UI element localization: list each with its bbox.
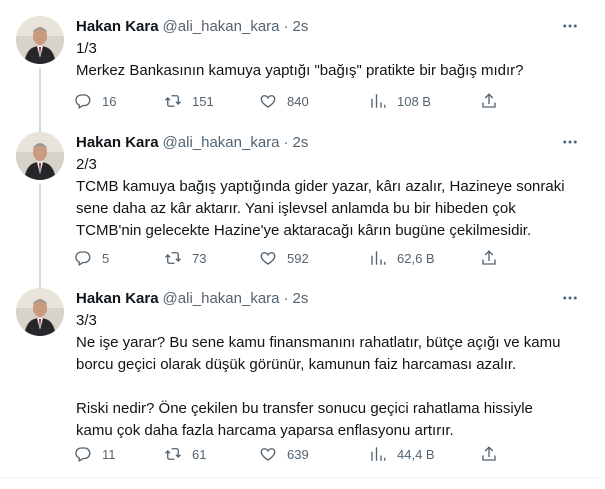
more-icon[interactable] bbox=[560, 16, 580, 36]
tweet-text-content: 3/3 Ne işe yarar? Bu sene kamu finansman… bbox=[76, 312, 561, 439]
retweet-count: 61 bbox=[192, 446, 207, 462]
views-button[interactable]: 44,4 B bbox=[369, 444, 435, 464]
tweet-header: Hakan Kara @ali_hakan_kara · 2s bbox=[76, 16, 308, 36]
views-button[interactable]: 62,6 B bbox=[369, 248, 435, 268]
heart-icon bbox=[260, 252, 276, 265]
avatar[interactable] bbox=[16, 16, 64, 64]
avatar[interactable] bbox=[16, 288, 64, 336]
more-icon[interactable] bbox=[560, 288, 580, 308]
reply-count: 16 bbox=[102, 93, 117, 109]
like-count: 840 bbox=[287, 93, 309, 109]
display-name[interactable]: Hakan Kara bbox=[76, 18, 159, 35]
tweet-thread: Hakan Kara @ali_hakan_kara · 2s 1/3 Merk… bbox=[0, 0, 605, 489]
action-bar: 11 61 639 44,4 B bbox=[74, 444, 504, 464]
heart-icon bbox=[260, 448, 276, 461]
reply-button[interactable]: 11 bbox=[74, 444, 116, 464]
share-button[interactable] bbox=[480, 91, 498, 111]
action-bar: 5 73 592 62,6 B bbox=[74, 248, 504, 268]
like-button[interactable]: 840 bbox=[259, 91, 309, 111]
tweet-2[interactable]: Hakan Kara @ali_hakan_kara · 2s 2/3 TCMB… bbox=[0, 126, 600, 282]
timestamp[interactable]: 2s bbox=[293, 18, 309, 35]
tweet-text-content: 2/3 TCMB kamuya bağış yaptığında gider y… bbox=[76, 156, 565, 239]
reply-icon bbox=[75, 447, 91, 462]
views-icon bbox=[371, 94, 386, 108]
thread-line bbox=[39, 184, 41, 282]
share-icon bbox=[482, 93, 496, 108]
tweet-text-content: 1/3 Merkez Bankasının kamuya yaptığı "ba… bbox=[76, 40, 524, 79]
like-button[interactable]: 639 bbox=[259, 444, 309, 464]
action-bar: 16 151 840 108 B bbox=[74, 91, 504, 111]
user-handle[interactable]: @ali_hakan_kara bbox=[163, 18, 280, 35]
views-button[interactable]: 108 B bbox=[369, 91, 431, 111]
share-icon bbox=[482, 250, 496, 265]
reply-icon bbox=[75, 94, 91, 109]
view-count: 108 B bbox=[397, 93, 431, 109]
views-icon bbox=[371, 251, 386, 265]
share-button[interactable] bbox=[480, 248, 498, 268]
thread-line bbox=[39, 68, 41, 126]
user-handle[interactable]: @ali_hakan_kara bbox=[163, 134, 280, 151]
tweet-text: 1/3 Merkez Bankasının kamuya yaptığı "ba… bbox=[76, 38, 586, 82]
retweet-count: 151 bbox=[192, 93, 214, 109]
reply-button[interactable]: 5 bbox=[74, 248, 109, 268]
tweet-1[interactable]: Hakan Kara @ali_hakan_kara · 2s 1/3 Merk… bbox=[0, 0, 600, 126]
reply-count: 11 bbox=[102, 446, 116, 462]
like-button[interactable]: 592 bbox=[259, 248, 309, 268]
retweet-button[interactable]: 73 bbox=[164, 248, 206, 268]
view-count: 62,6 B bbox=[397, 250, 435, 266]
like-count: 592 bbox=[287, 250, 309, 266]
timestamp[interactable]: 2s bbox=[293, 290, 309, 307]
display-name[interactable]: Hakan Kara bbox=[76, 134, 159, 151]
retweet-button[interactable]: 61 bbox=[164, 444, 206, 464]
user-handle[interactable]: @ali_hakan_kara bbox=[163, 290, 280, 307]
view-count: 44,4 B bbox=[397, 446, 435, 462]
tweet-header: Hakan Kara @ali_hakan_kara · 2s bbox=[76, 288, 308, 308]
reply-count: 5 bbox=[102, 250, 110, 266]
heart-icon bbox=[260, 95, 276, 108]
reply-icon bbox=[75, 251, 91, 266]
retweet-count: 73 bbox=[192, 250, 207, 266]
tweet-header: Hakan Kara @ali_hakan_kara · 2s bbox=[76, 132, 308, 152]
views-icon bbox=[371, 447, 386, 461]
retweet-icon bbox=[165, 95, 181, 107]
share-icon bbox=[482, 446, 496, 461]
display-name[interactable]: Hakan Kara bbox=[76, 290, 159, 307]
retweet-icon bbox=[165, 252, 181, 264]
retweet-icon bbox=[165, 448, 181, 460]
tweet-text: 2/3 TCMB kamuya bağış yaptığında gider y… bbox=[76, 154, 586, 242]
timestamp[interactable]: 2s bbox=[293, 134, 309, 151]
retweet-button[interactable]: 151 bbox=[164, 91, 214, 111]
separator-dot: · bbox=[283, 289, 289, 307]
share-button[interactable] bbox=[480, 444, 498, 464]
more-icon[interactable] bbox=[560, 132, 580, 152]
reply-button[interactable]: 16 bbox=[74, 91, 116, 111]
like-count: 639 bbox=[287, 446, 309, 462]
separator-dot: · bbox=[283, 133, 289, 151]
separator-dot: · bbox=[283, 17, 289, 35]
tweet-3[interactable]: Hakan Kara @ali_hakan_kara · 2s 3/3 Ne i… bbox=[0, 282, 600, 478]
tweet-text: 3/3 Ne işe yarar? Bu sene kamu finansman… bbox=[76, 310, 586, 442]
avatar[interactable] bbox=[16, 132, 64, 180]
